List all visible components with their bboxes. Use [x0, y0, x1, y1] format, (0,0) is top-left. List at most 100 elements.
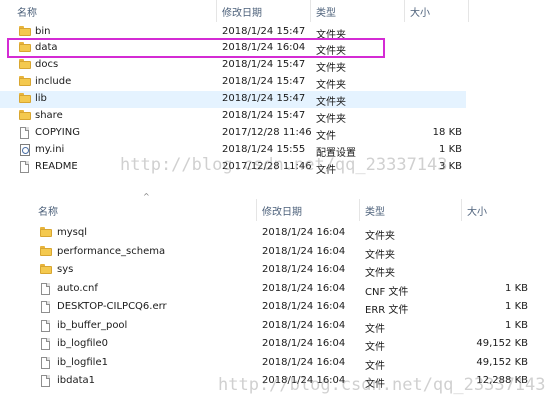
file-date: 2018/1/24 15:47 — [222, 76, 306, 87]
list-item[interactable]: my.ini 2018/1/24 15:55 配置设置 1 KB — [0, 142, 466, 159]
list-item[interactable]: ib_buffer_pool 2018/1/24 16:04 文件 1 KB — [0, 318, 534, 335]
list-item[interactable]: docs 2018/1/24 15:47 文件夹 — [0, 57, 466, 74]
folder-icon — [40, 264, 52, 274]
file-type: 文件 — [365, 361, 385, 372]
list-item[interactable]: mysql 2018/1/24 16:04 文件夹 — [0, 225, 534, 242]
file-date: 2018/1/24 15:47 — [222, 110, 306, 121]
file-date: 2018/1/24 16:04 — [262, 301, 346, 312]
file-type: 文件 — [365, 379, 385, 390]
file-name: data — [35, 42, 58, 53]
top-col-divider[interactable] — [310, 0, 311, 22]
file-icon — [41, 283, 50, 295]
list-item[interactable]: share 2018/1/24 15:47 文件夹 — [0, 108, 466, 125]
file-name: lib — [35, 93, 47, 104]
file-date: 2018/1/24 16:04 — [262, 357, 346, 368]
file-size: 49,152 KB — [476, 357, 528, 368]
list-item[interactable]: performance_schema 2018/1/24 16:04 文件夹 — [0, 244, 534, 261]
file-date: 2018/1/24 15:47 — [222, 93, 306, 104]
bottom-col-divider[interactable] — [359, 199, 360, 221]
file-name: share — [35, 110, 63, 121]
bottom-col-divider[interactable] — [256, 199, 257, 221]
file-date: 2017/12/28 11:46 — [222, 161, 312, 172]
list-item[interactable]: bin 2018/1/24 15:47 文件夹 — [0, 24, 466, 41]
file-date: 2018/1/24 15:47 — [222, 26, 306, 37]
settings-file-icon — [20, 144, 30, 156]
file-icon — [41, 301, 50, 313]
file-type: 文件 — [316, 131, 336, 142]
list-item[interactable]: include 2018/1/24 15:47 文件夹 — [0, 74, 466, 91]
file-size: 1 KB — [439, 144, 462, 155]
bottom-file-list: ^ 名称 修改日期 类型 大小 mysql 2018/1/24 16:04 文件… — [0, 192, 554, 406]
file-size: 1 KB — [505, 301, 528, 312]
file-date: 2018/1/24 15:47 — [222, 59, 306, 70]
folder-icon — [19, 26, 31, 36]
sort-ascending-icon[interactable]: ^ — [143, 192, 150, 201]
file-type: 文件 — [365, 324, 385, 335]
file-name: sys — [57, 264, 74, 275]
bottom-col-type-header[interactable]: 类型 — [365, 203, 385, 218]
list-item[interactable]: ib_logfile1 2018/1/24 16:04 文件 49,152 KB — [0, 355, 534, 372]
top-col-size-header[interactable]: 大小 — [410, 4, 430, 19]
file-icon — [20, 161, 29, 173]
bottom-col-size-header[interactable]: 大小 — [467, 203, 487, 218]
file-name: include — [35, 76, 72, 87]
file-name: DESKTOP-CILPCQ6.err — [57, 301, 167, 312]
file-size: 1 KB — [505, 283, 528, 294]
list-item[interactable]: DESKTOP-CILPCQ6.err 2018/1/24 16:04 ERR … — [0, 299, 534, 316]
folder-icon — [40, 246, 52, 256]
folder-icon — [40, 227, 52, 237]
bottom-col-divider[interactable] — [461, 199, 462, 221]
file-date: 2018/1/24 16:04 — [222, 42, 306, 53]
file-type: 文件夹 — [316, 30, 346, 41]
file-date: 2018/1/24 16:04 — [262, 283, 346, 294]
file-icon — [41, 320, 50, 332]
file-date: 2018/1/24 16:04 — [262, 264, 346, 275]
file-size: 3 KB — [439, 161, 462, 172]
top-col-divider[interactable] — [216, 0, 217, 22]
file-size: 12,288 KB — [476, 375, 528, 386]
file-name: bin — [35, 26, 51, 37]
bottom-col-date-header[interactable]: 修改日期 — [262, 203, 302, 218]
file-icon — [20, 127, 29, 139]
file-name: COPYING — [35, 127, 80, 138]
list-item[interactable]: ibdata1 2018/1/24 16:04 文件 12,288 KB — [0, 373, 534, 390]
top-col-divider[interactable] — [468, 0, 469, 22]
folder-icon — [19, 42, 31, 52]
top-col-name-header[interactable]: 名称 — [17, 4, 37, 19]
file-name: my.ini — [35, 144, 65, 155]
file-date: 2018/1/24 16:04 — [262, 375, 346, 386]
list-item[interactable]: README 2017/12/28 11:46 文件 3 KB — [0, 159, 466, 176]
file-type: 文件 — [365, 342, 385, 353]
file-name: docs — [35, 59, 59, 70]
file-size: 1 KB — [505, 320, 528, 331]
top-file-list: 名称 修改日期 类型 大小 bin 2018/1/24 15:47 文件夹 da… — [0, 0, 554, 182]
list-item[interactable]: COPYING 2017/12/28 11:46 文件 18 KB — [0, 125, 466, 142]
file-icon — [41, 338, 50, 350]
file-name: ibdata1 — [57, 375, 96, 386]
list-item[interactable]: ib_logfile0 2018/1/24 16:04 文件 49,152 KB — [0, 336, 534, 353]
file-type: 文件夹 — [316, 80, 346, 91]
bottom-col-name-header[interactable]: 名称 — [38, 203, 58, 218]
file-name: mysql — [57, 227, 87, 238]
top-col-type-header[interactable]: 类型 — [316, 4, 336, 19]
folder-icon — [19, 59, 31, 69]
top-column-header: 名称 修改日期 类型 大小 — [0, 0, 554, 22]
file-type: 文件夹 — [365, 231, 395, 242]
file-date: 2018/1/24 16:04 — [262, 338, 346, 349]
file-type: CNF 文件 — [365, 287, 409, 298]
file-name: README — [35, 161, 78, 172]
folder-icon — [19, 110, 31, 120]
list-item[interactable]: data 2018/1/24 16:04 文件夹 — [0, 40, 466, 57]
file-date: 2018/1/24 16:04 — [262, 227, 346, 238]
folder-icon — [19, 93, 31, 103]
list-item[interactable]: sys 2018/1/24 16:04 文件夹 — [0, 262, 534, 279]
list-item-selected[interactable]: lib 2018/1/24 15:47 文件夹 — [0, 91, 466, 108]
file-name: ib_logfile0 — [57, 338, 108, 349]
file-date: 2018/1/24 15:55 — [222, 144, 306, 155]
top-col-divider[interactable] — [404, 0, 405, 22]
file-type: 配置设置 — [316, 148, 356, 159]
list-item[interactable]: auto.cnf 2018/1/24 16:04 CNF 文件 1 KB — [0, 281, 534, 298]
file-name: ib_buffer_pool — [57, 320, 128, 331]
top-col-date-header[interactable]: 修改日期 — [222, 4, 262, 19]
folder-icon — [19, 76, 31, 86]
